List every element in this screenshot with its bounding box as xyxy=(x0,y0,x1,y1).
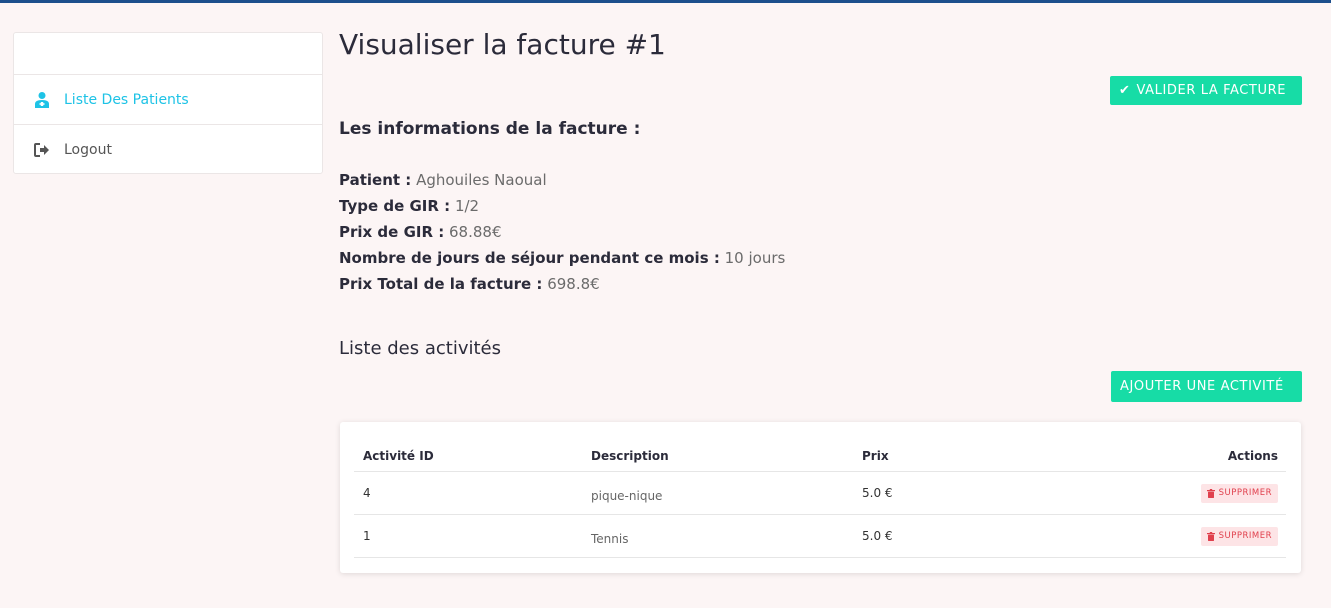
invoice-info: Patient : Aghouiles Naoual Type de GIR :… xyxy=(339,167,785,297)
gir-type-row: Type de GIR : 1/2 xyxy=(339,193,785,219)
activity-price: 5.0 € xyxy=(862,486,893,500)
sidebar-item-label: Logout xyxy=(64,142,112,158)
patient-label: Patient : xyxy=(339,171,412,189)
activity-description: Tennis xyxy=(591,532,629,546)
activity-id: 1 xyxy=(363,529,371,543)
gir-type-value: 1/2 xyxy=(454,197,480,215)
column-header-price: Prix xyxy=(862,448,889,463)
patient-icon xyxy=(33,91,51,109)
patient-value: Aghouiles Naoual xyxy=(416,171,547,189)
activities-table: Activité ID Description Prix Actions 4 p… xyxy=(354,440,1286,558)
activity-actions: SUPPRIMER xyxy=(1062,526,1286,546)
gir-price-value: 68.88€ xyxy=(449,223,502,241)
validate-button-label: VALIDER LA FACTURE xyxy=(1136,83,1287,98)
delete-activity-button[interactable]: SUPPRIMER xyxy=(1200,526,1278,546)
delete-button-label: SUPPRIMER xyxy=(1218,488,1272,498)
validate-invoice-button[interactable]: ✔ VALIDER LA FACTURE xyxy=(1110,76,1302,105)
page-title: Visualiser la facture #1 xyxy=(339,28,666,61)
sidebar-item-label: Liste Des Patients xyxy=(64,91,189,108)
days-label: Nombre de jours de séjour pendant ce moi… xyxy=(339,249,720,267)
trash-icon xyxy=(1206,488,1215,498)
activity-id: 4 xyxy=(363,486,371,500)
column-header-id: Activité ID xyxy=(363,448,434,463)
column-header-actions: Actions xyxy=(1227,448,1278,463)
table-header-row: Activité ID Description Prix Actions xyxy=(354,440,1286,472)
days-row: Nombre de jours de séjour pendant ce moi… xyxy=(339,245,785,271)
gir-price-label: Prix de GIR : xyxy=(339,223,445,241)
gir-type-label: Type de GIR : xyxy=(339,197,451,215)
delete-activity-button[interactable]: SUPPRIMER xyxy=(1200,483,1278,503)
trash-icon xyxy=(1206,531,1215,541)
invoice-info-heading: Les informations de la facture : xyxy=(339,119,641,139)
days-value: 10 jours xyxy=(724,249,786,267)
logout-icon xyxy=(33,141,51,159)
table-row: 1 Tennis 5.0 € SUPPRIMER xyxy=(354,515,1286,558)
activity-actions: SUPPRIMER xyxy=(1062,483,1286,503)
check-icon: ✔ xyxy=(1119,83,1131,98)
activity-description: pique-nique xyxy=(591,489,663,503)
sidebar-header xyxy=(14,33,322,75)
total-value: 698.8€ xyxy=(547,275,600,293)
activity-price: 5.0 € xyxy=(862,529,893,543)
table-row: 4 pique-nique 5.0 € SUPPRIMER xyxy=(354,472,1286,515)
column-header-description: Description xyxy=(591,448,669,463)
total-row: Prix Total de la facture : 698.8€ xyxy=(339,271,785,297)
sidebar-item-logout[interactable]: Logout xyxy=(14,125,322,175)
delete-button-label: SUPPRIMER xyxy=(1218,531,1272,541)
activities-title: Liste des activités xyxy=(339,338,502,359)
sidebar-item-patients[interactable]: Liste Des Patients xyxy=(14,75,322,125)
total-label: Prix Total de la facture : xyxy=(339,275,543,293)
top-accent-bar xyxy=(0,0,1331,3)
gir-price-row: Prix de GIR : 68.88€ xyxy=(339,219,785,245)
sidebar: Liste Des Patients Logout xyxy=(13,32,323,174)
patient-row: Patient : Aghouiles Naoual xyxy=(339,167,785,193)
activities-table-card: Activité ID Description Prix Actions 4 p… xyxy=(340,422,1301,573)
add-activity-button[interactable]: AJOUTER UNE ACTIVITÉ xyxy=(1111,371,1302,402)
